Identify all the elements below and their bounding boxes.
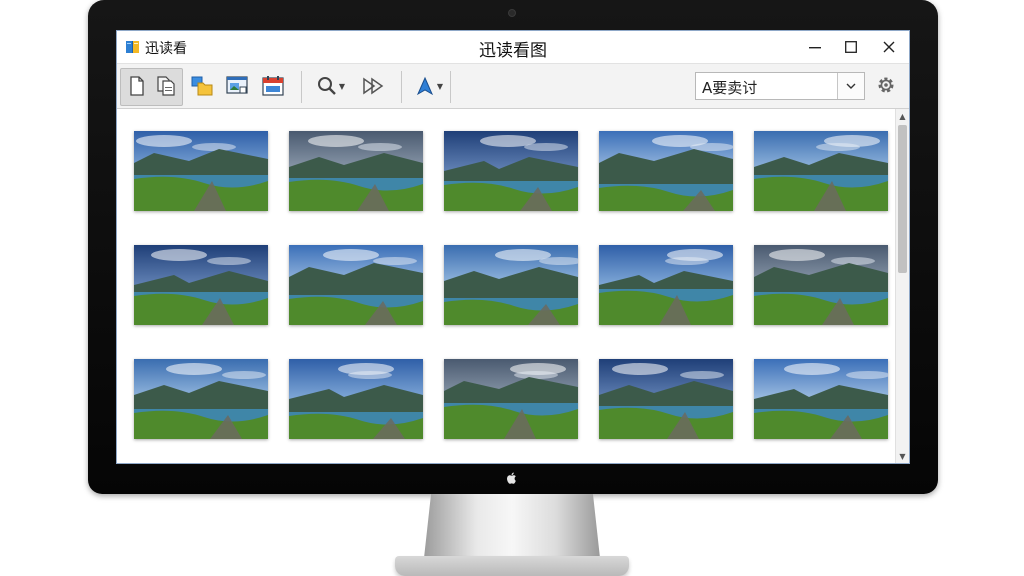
landscape-photo — [134, 245, 268, 325]
pen-tip-icon — [416, 76, 433, 96]
window-title: 迅读看图 — [479, 41, 547, 61]
zoom-button[interactable]: ▼ — [311, 69, 351, 103]
app-name: 迅读看 — [145, 41, 187, 57]
close-icon — [883, 41, 895, 53]
landscape-photo — [599, 131, 733, 211]
chevron-down-icon — [846, 83, 856, 89]
camera-icon — [508, 9, 516, 17]
copy-pages-button[interactable] — [151, 69, 181, 103]
toolbar-separator — [401, 71, 402, 103]
maximize-icon — [845, 41, 857, 53]
landscape-photo — [599, 245, 733, 325]
thumbnail-gallery — [117, 109, 895, 463]
minimize-icon — [809, 47, 821, 49]
thumbnail-13[interactable] — [444, 359, 578, 439]
landscape-photo — [599, 359, 733, 439]
search-combo[interactable]: A要卖讨 — [695, 72, 865, 100]
thumbnail-12[interactable] — [289, 359, 423, 439]
scroll-down-button[interactable]: ▼ — [896, 449, 909, 463]
thumbnail-4[interactable] — [599, 131, 733, 211]
toolbar: ▼ ▼ A要卖讨 — [117, 63, 909, 109]
landscape-photo — [754, 359, 888, 439]
calendar-icon — [262, 76, 284, 96]
new-page-button[interactable] — [123, 69, 151, 103]
maximize-button[interactable] — [839, 37, 863, 57]
landscape-photo — [444, 359, 578, 439]
scroll-thumb[interactable] — [898, 125, 907, 273]
thumbnail-3[interactable] — [444, 131, 578, 211]
slideshow-button[interactable] — [357, 69, 389, 103]
folders-icon — [191, 76, 213, 96]
title-bar: 迅读看 迅读看图 — [117, 31, 909, 63]
copy-pages-icon — [157, 76, 175, 96]
thumbnail-2[interactable] — [289, 131, 423, 211]
landscape-photo — [289, 245, 423, 325]
landscape-photo — [444, 131, 578, 211]
landscape-photo — [289, 359, 423, 439]
thumbnail-1[interactable] — [134, 131, 268, 211]
landscape-photo — [444, 245, 578, 325]
thumbnail-8[interactable] — [444, 245, 578, 325]
thumbnail-5[interactable] — [754, 131, 888, 211]
settings-button[interactable] — [875, 74, 897, 96]
thumbnail-14[interactable] — [599, 359, 733, 439]
image-window-icon — [226, 76, 248, 94]
chevron-down-icon: ▼ — [338, 81, 346, 91]
toolbar-separator — [450, 71, 451, 103]
image-view-button[interactable] — [221, 69, 253, 103]
vertical-scrollbar[interactable]: ▲ ▼ — [895, 109, 909, 463]
landscape-photo — [754, 245, 888, 325]
minimize-button[interactable] — [803, 37, 827, 57]
text-tool-button[interactable]: ▼ — [411, 69, 447, 103]
thumbnail-11[interactable] — [134, 359, 268, 439]
thumbnail-6[interactable] — [134, 245, 268, 325]
monitor-stand — [424, 494, 600, 558]
combo-dropdown-button[interactable] — [837, 73, 864, 99]
app-window: 迅读看 迅读看图 ▼ ▼ A要卖讨 ▲ ▼ — [116, 30, 910, 464]
chevron-down-icon: ▼ — [436, 81, 444, 91]
app-book-icon — [126, 41, 139, 53]
thumbnail-7[interactable] — [289, 245, 423, 325]
play-forward-icon — [363, 77, 384, 95]
folders-button[interactable] — [187, 69, 217, 103]
search-combo-value: A要卖讨 — [702, 79, 758, 97]
thumbnail-15[interactable] — [754, 359, 888, 439]
gear-icon — [878, 77, 894, 93]
monitor-stand-base — [395, 556, 629, 576]
toolbar-separator — [301, 71, 302, 103]
landscape-photo — [134, 359, 268, 439]
thumbnail-10[interactable] — [754, 245, 888, 325]
landscape-photo — [134, 131, 268, 211]
page-icon — [130, 76, 144, 96]
landscape-photo — [754, 131, 888, 211]
magnifier-icon — [317, 77, 336, 95]
calendar-button[interactable] — [257, 69, 289, 103]
scroll-up-button[interactable]: ▲ — [896, 109, 909, 123]
landscape-photo — [289, 131, 423, 211]
apple-logo-icon — [507, 472, 516, 484]
thumbnail-9[interactable] — [599, 245, 733, 325]
close-button[interactable] — [877, 37, 901, 57]
